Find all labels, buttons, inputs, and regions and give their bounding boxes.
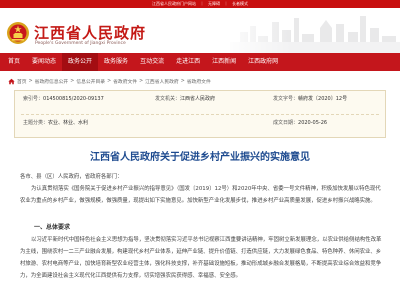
- main-nav: 首页 要闻动态 政务公开 政务服务 互动交流 走进江西 江西新闻 江西政府网: [0, 53, 400, 71]
- breadcrumb-link[interactable]: 省政府文件: [187, 78, 211, 85]
- national-emblem-icon: [7, 22, 29, 44]
- info-label: 索引号：: [23, 96, 44, 102]
- breadcrumb-link[interactable]: 首页: [17, 78, 27, 85]
- nav-item-news[interactable]: 要闻动态: [26, 53, 62, 71]
- info-index: 索引号：014500815/2020-09137: [23, 92, 104, 107]
- site-header: 江西省人民政府 People's Government of Jiangxi P…: [0, 8, 400, 53]
- breadcrumb-separator: >: [180, 78, 185, 84]
- breadcrumb-separator: >: [28, 78, 33, 84]
- breadcrumb-separator: >: [139, 78, 144, 84]
- breadcrumb-link[interactable]: 省政府文件: [113, 78, 137, 85]
- breadcrumb-link[interactable]: 江西省人民政府: [145, 78, 179, 85]
- topbar-item[interactable]: 无障碍: [208, 0, 220, 8]
- home-icon: [8, 78, 15, 84]
- info-label: 发文字号：: [273, 96, 299, 102]
- site-title[interactable]: 江西省人民政府: [34, 22, 146, 43]
- breadcrumb-link[interactable]: 省政府信息公开: [35, 78, 69, 85]
- nav-item-about-jiangxi[interactable]: 走进江西: [170, 53, 206, 71]
- city-skyline-illustration: [220, 8, 400, 53]
- info-category: 主题分类：农业、林业、水利: [23, 116, 88, 131]
- article-addressee: 各市、县（区）人民政府，省政府各部门：: [20, 174, 123, 180]
- divider: [21, 114, 379, 115]
- site-subtitle: People's Government of Jiangxi Province: [35, 41, 126, 46]
- info-label: 主题分类：: [23, 120, 49, 126]
- breadcrumb-separator: >: [70, 78, 75, 84]
- topbar-item[interactable]: 长者模式: [232, 0, 248, 8]
- breadcrumb-link[interactable]: 信息公开目录: [76, 78, 105, 85]
- info-issuer: 发文机关：江西省人民政府: [155, 92, 215, 107]
- nav-item-interaction[interactable]: 互动交流: [134, 53, 170, 71]
- info-row: 主题分类：农业、林业、水利 成文日期：2020-05-26: [15, 116, 385, 131]
- info-label: 成文日期：: [273, 120, 299, 126]
- top-utility-bar: 江西省人民政府门户网站 ｜ 无障碍 ｜ 长者模式: [0, 0, 400, 8]
- article-paragraph: 为认真贯彻落实《国务院关于促进乡村产业振兴的指导意见》（国发〔2019〕12号）…: [20, 186, 381, 204]
- info-value: 赣府发〔2020〕12号: [298, 96, 348, 102]
- info-value: 2020-05-26: [298, 120, 328, 126]
- breadcrumb-separator: >: [107, 78, 112, 84]
- breadcrumb: 首页 > 省政府信息公开 > 信息公开目录 > 省政府文件 > 江西省人民政府 …: [8, 76, 211, 86]
- nav-item-home[interactable]: 首页: [2, 53, 26, 71]
- info-docno: 发文字号：赣府发〔2020〕12号: [273, 92, 347, 107]
- section-heading: 一、总体要求: [34, 224, 71, 231]
- nav-item-gov-site[interactable]: 江西政府网: [242, 53, 284, 71]
- info-value: 农业、林业、水利: [48, 120, 89, 126]
- info-value: 江西省人民政府: [180, 96, 216, 102]
- topbar-separator: ｜: [200, 1, 204, 6]
- nav-item-jiangxi-news[interactable]: 江西新闻: [206, 53, 242, 71]
- info-value: 014500815/2020-09137: [43, 96, 104, 102]
- topbar-item[interactable]: 江西省人民政府门户网站: [152, 0, 196, 8]
- article-title: 江西省人民政府关于促进乡村产业振兴的实施意见: [90, 152, 310, 163]
- info-row: 索引号：014500815/2020-09137 发文机关：江西省人民政府 发文…: [15, 92, 385, 107]
- article-paragraph: 以习近平新时代中国特色社会主义思想为指导，坚决贯彻落实习近平总书记视察江西重要讲…: [20, 237, 382, 279]
- nav-item-services[interactable]: 政务服务: [98, 53, 134, 71]
- document-info-box: 索引号：014500815/2020-09137 发文机关：江西省人民政府 发文…: [14, 90, 386, 138]
- info-label: 发文机关：: [155, 96, 181, 102]
- info-date: 成文日期：2020-05-26: [273, 116, 327, 131]
- topbar-separator: ｜: [224, 1, 228, 6]
- nav-item-gov-info[interactable]: 政务公开: [62, 53, 99, 71]
